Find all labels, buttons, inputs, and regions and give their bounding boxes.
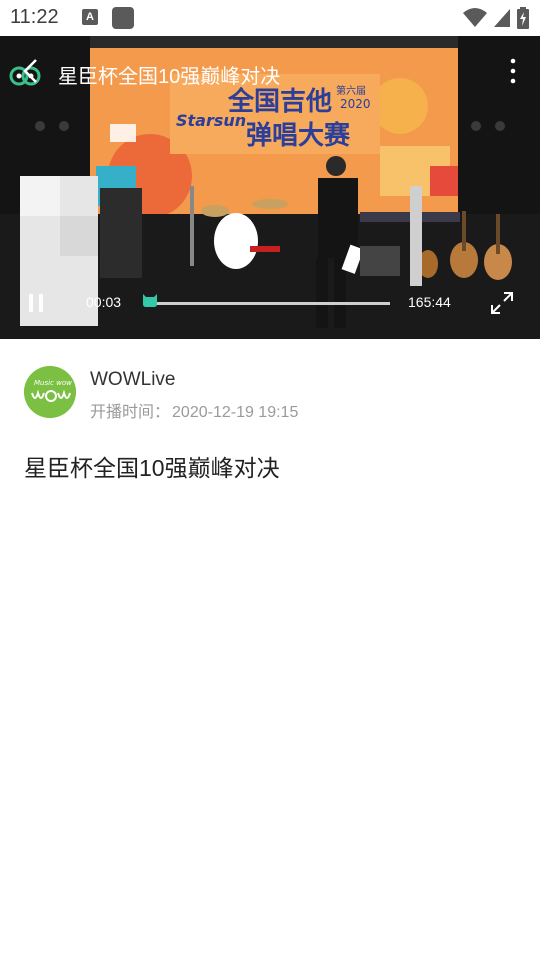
player-controls: 00:03 165:44 [0,269,540,339]
status-time: 11:22 [10,6,59,28]
more-options-icon[interactable] [510,58,516,84]
channel-name[interactable]: WOWLive [90,369,176,391]
pause-icon[interactable] [26,293,46,313]
svg-text:第六届: 第六届 [336,84,366,97]
current-time: 00:03 [86,294,122,310]
status-icons [463,7,530,29]
start-time-value: 2020-12-19 19:15 [172,404,299,421]
svg-text:弹唱大赛: 弹唱大赛 [246,120,351,151]
channel-avatar[interactable]: Music wow [24,366,76,418]
svg-text:2020: 2020 [340,97,371,111]
keyboard-a-icon: A [82,9,98,25]
total-time: 165:44 [408,294,451,310]
wow-logo-icon: Music wow [24,366,76,418]
app-square-icon [112,7,134,29]
video-title: 星臣杯全国10强巅峰对决 [58,66,281,88]
back-arrow-icon[interactable] [20,58,42,84]
start-time: 开播时间： 2020-12-19 19:15 [90,398,298,422]
video-player[interactable]: 全国吉他 弹唱大赛 Starsun 第六届 2020 星臣杯全国10强巅峰对决 … [0,36,540,339]
progress-thumb-icon[interactable] [141,292,159,308]
progress-track[interactable] [156,302,390,305]
svg-text:Starsun: Starsun [176,111,246,130]
battery-charging-icon [517,7,529,29]
content-title: 星臣杯全国10强巅峰对决 [24,455,280,481]
status-bar: 11:22 A [0,0,540,36]
wifi-icon [463,8,488,27]
signal-icon [493,9,510,27]
avatar-text: Music wow [34,379,72,387]
start-time-label: 开播时间： [90,404,171,421]
fullscreen-icon[interactable] [490,291,514,315]
